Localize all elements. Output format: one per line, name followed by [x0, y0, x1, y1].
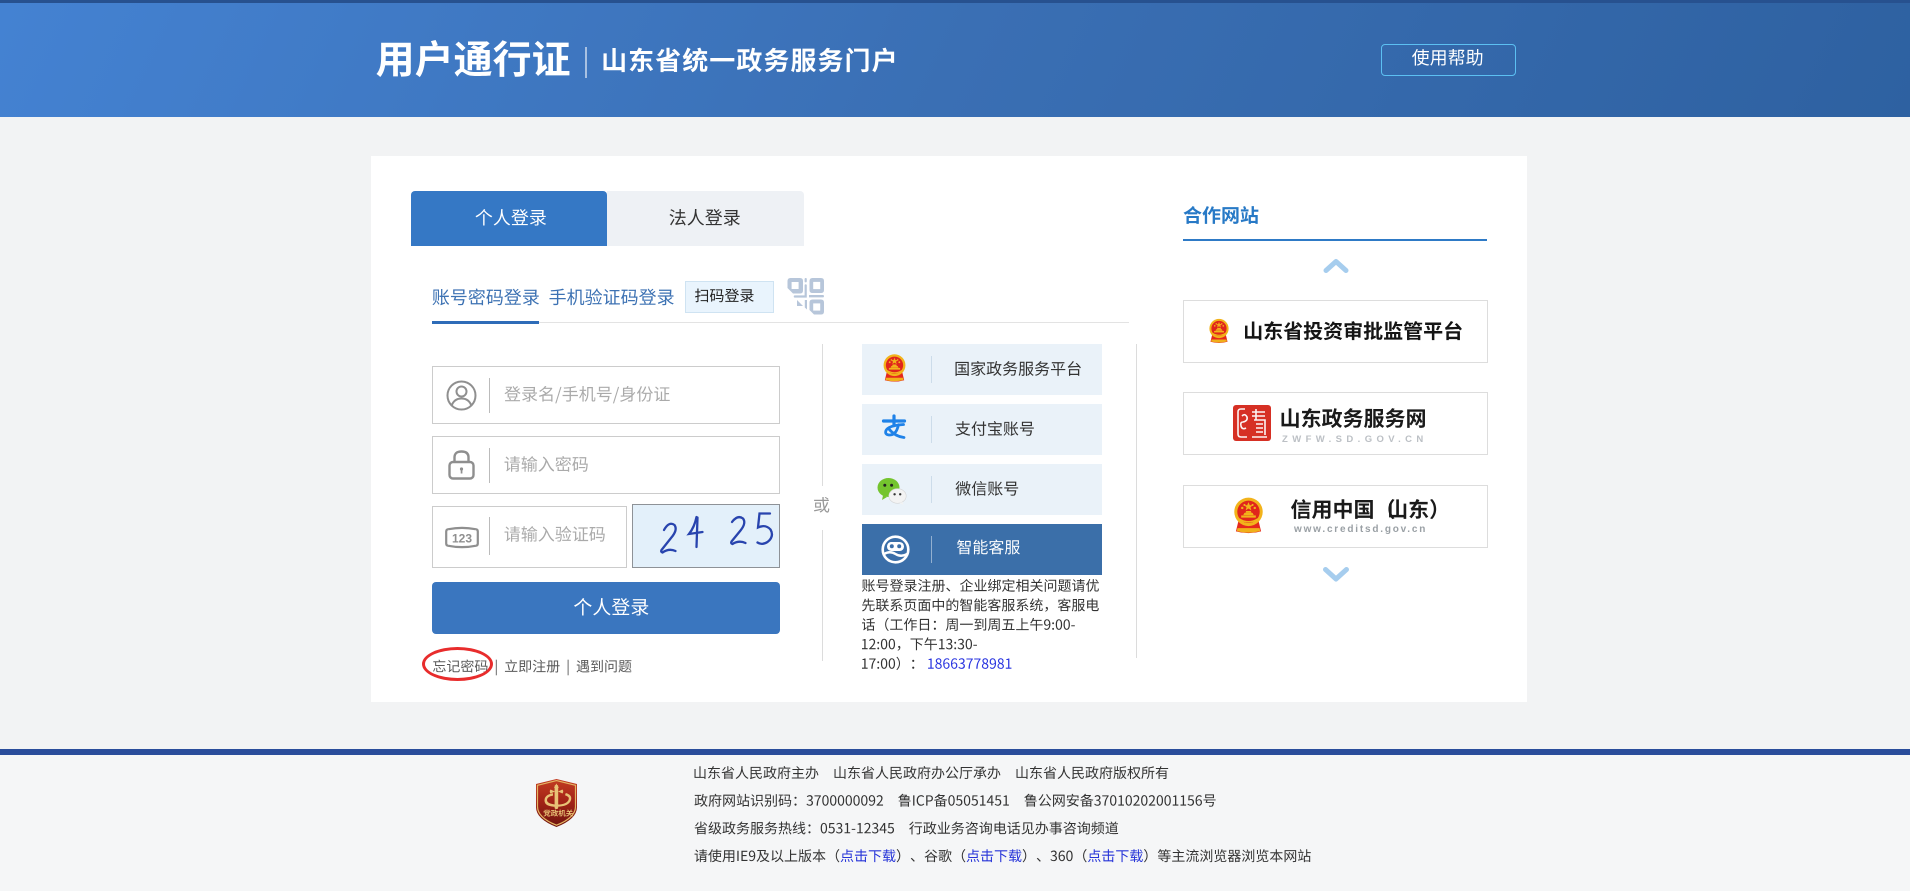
- svg-text:123: 123: [452, 532, 472, 546]
